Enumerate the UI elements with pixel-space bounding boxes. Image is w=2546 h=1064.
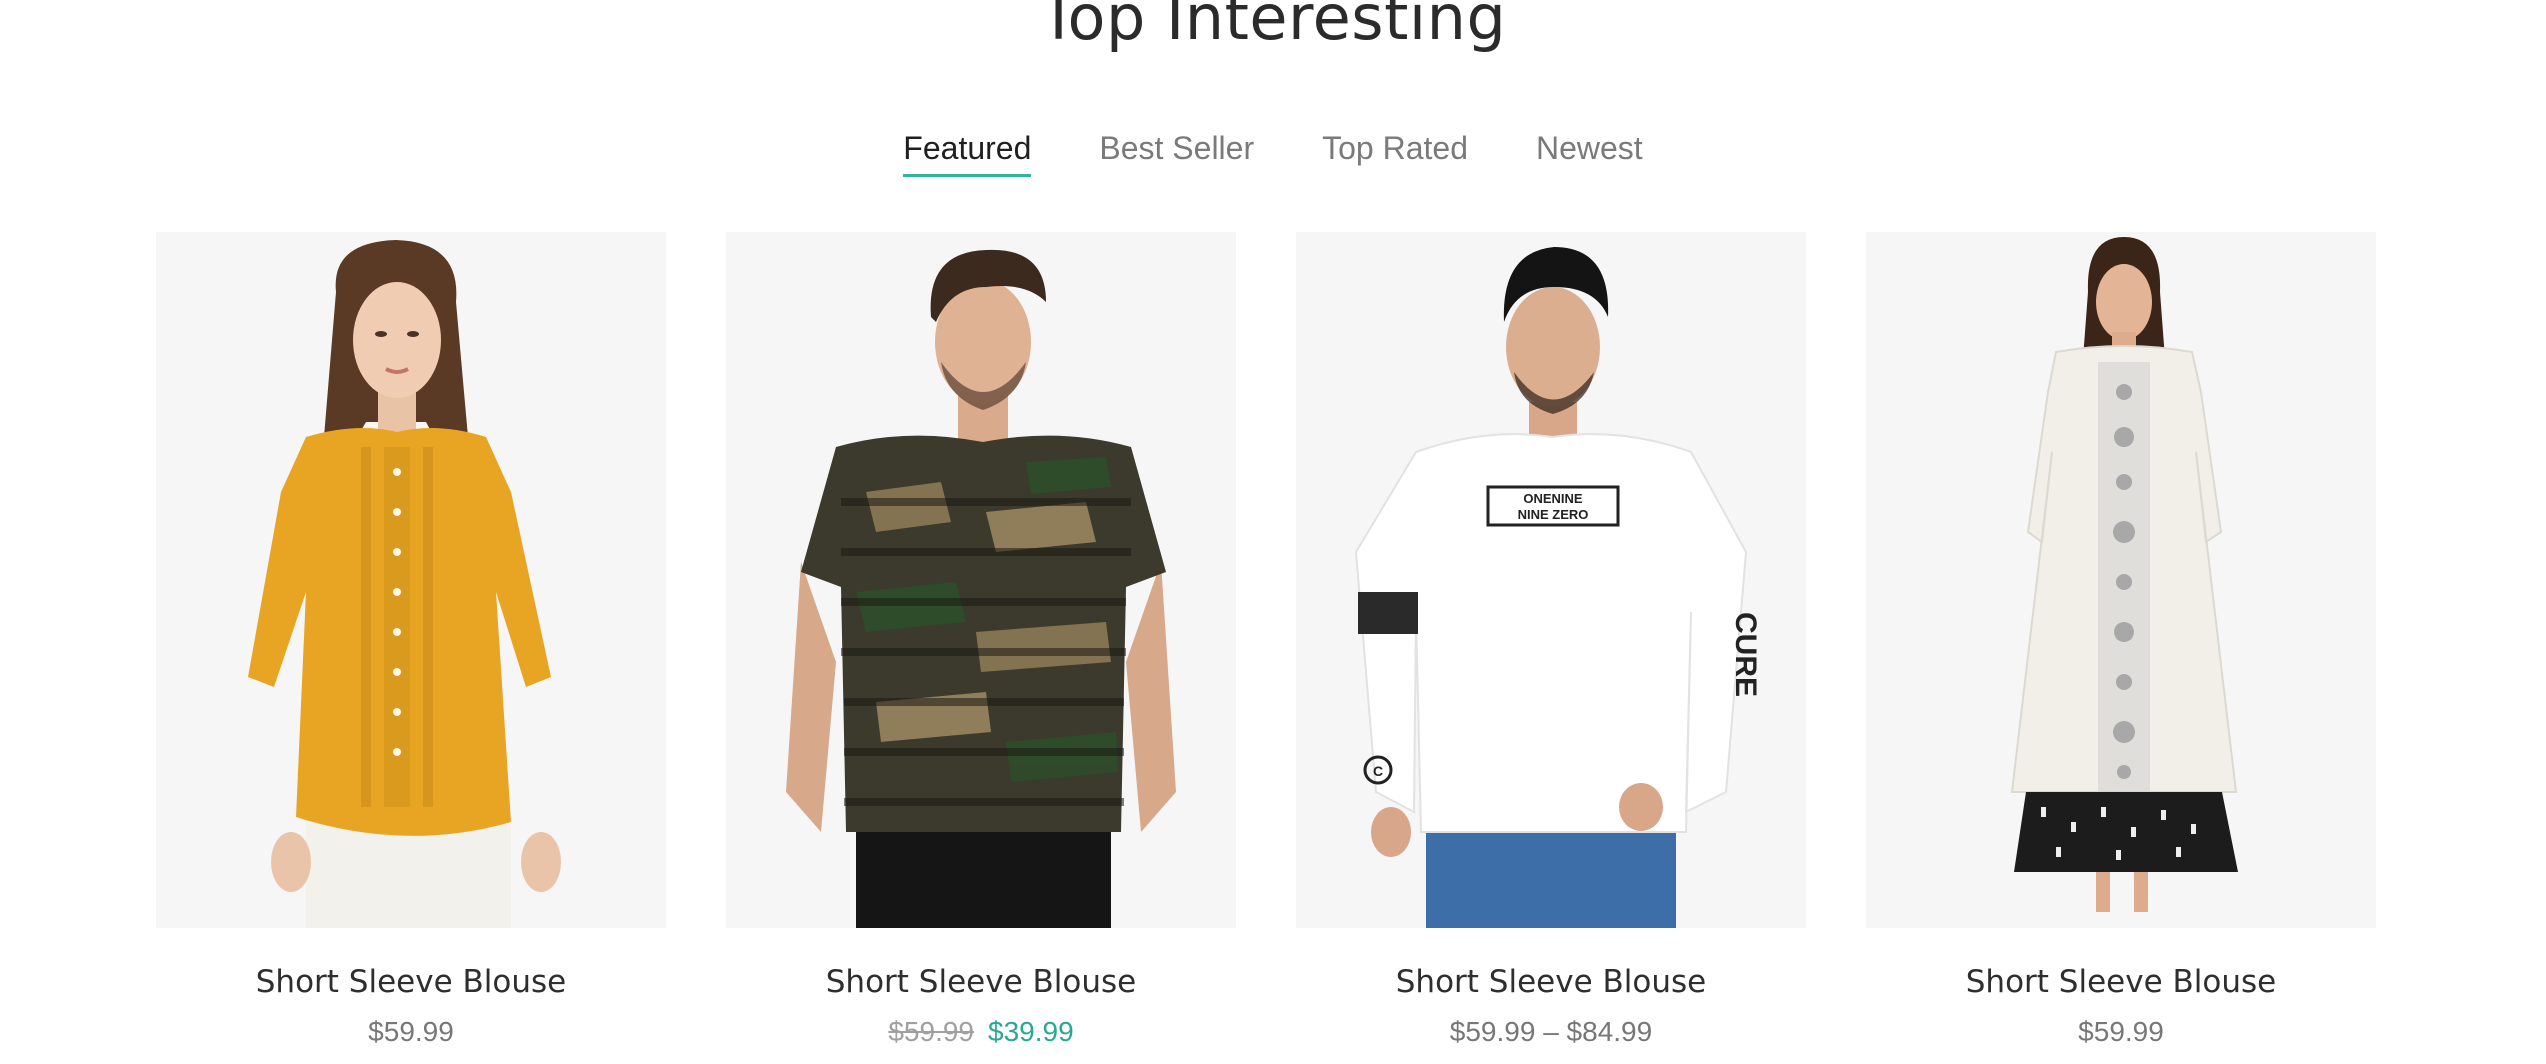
product-image-man-camo-tshirt[interactable] (726, 232, 1236, 928)
tab-best-seller[interactable]: Best Seller (1099, 130, 1254, 177)
tab-featured[interactable]: Featured (903, 130, 1032, 177)
product-price: $59.99 (1866, 1014, 2376, 1050)
model-photo (2010, 237, 2238, 912)
product-card[interactable]: ONENINE NINE ZERO CURE C Short Sleeve Bl… (1296, 232, 1806, 1050)
product-price: $59.99 $39.99 (726, 1014, 1236, 1050)
tab-newest[interactable]: Newest (1536, 130, 1643, 177)
model-photo (786, 249, 1176, 928)
price-value: $59.99 (2078, 1016, 2164, 1047)
svg-text:ONENINE: ONENINE (1523, 491, 1583, 506)
model-photo (248, 240, 561, 928)
sale-price: $39.99 (988, 1016, 1074, 1047)
product-name[interactable]: Short Sleeve Blouse (1296, 962, 1806, 1002)
product-price: $59.99 (156, 1014, 666, 1050)
product-name[interactable]: Short Sleeve Blouse (726, 962, 1236, 1002)
product-image-woman-white-kurta[interactable] (1866, 232, 2376, 928)
old-price: $59.99 (888, 1016, 974, 1047)
svg-text:C: C (1373, 763, 1383, 779)
product-tabs: Featured Best Seller Top Rated Newest (0, 130, 2546, 177)
product-image-woman-mustard-blouse[interactable] (156, 232, 666, 928)
svg-text:CURE: CURE (1729, 612, 1762, 697)
svg-text:NINE ZERO: NINE ZERO (1518, 507, 1589, 522)
price-value: $59.99 (368, 1016, 454, 1047)
section-title: Top Interesting (1039, 0, 1507, 54)
model-photo: ONENINE NINE ZERO CURE C (1354, 247, 1762, 928)
product-grid: Short Sleeve Blouse $59.99 Short Sleeve … (156, 232, 2376, 1050)
product-name[interactable]: Short Sleeve Blouse (156, 962, 666, 1002)
product-price: $59.99 – $84.99 (1296, 1014, 1806, 1050)
product-card[interactable]: Short Sleeve Blouse $59.99 (156, 232, 666, 1050)
product-name[interactable]: Short Sleeve Blouse (1866, 962, 2376, 1002)
product-card[interactable]: Short Sleeve Blouse $59.99 $39.99 (726, 232, 1236, 1050)
tab-top-rated[interactable]: Top Rated (1322, 130, 1468, 177)
product-image-man-white-longsleeve[interactable]: ONENINE NINE ZERO CURE C (1296, 232, 1806, 928)
top-interesting-section: Top Interesting Featured Best Seller Top… (0, 0, 2546, 1064)
price-value: $59.99 – $84.99 (1449, 1016, 1653, 1047)
product-card[interactable]: Short Sleeve Blouse $59.99 (1866, 232, 2376, 1050)
